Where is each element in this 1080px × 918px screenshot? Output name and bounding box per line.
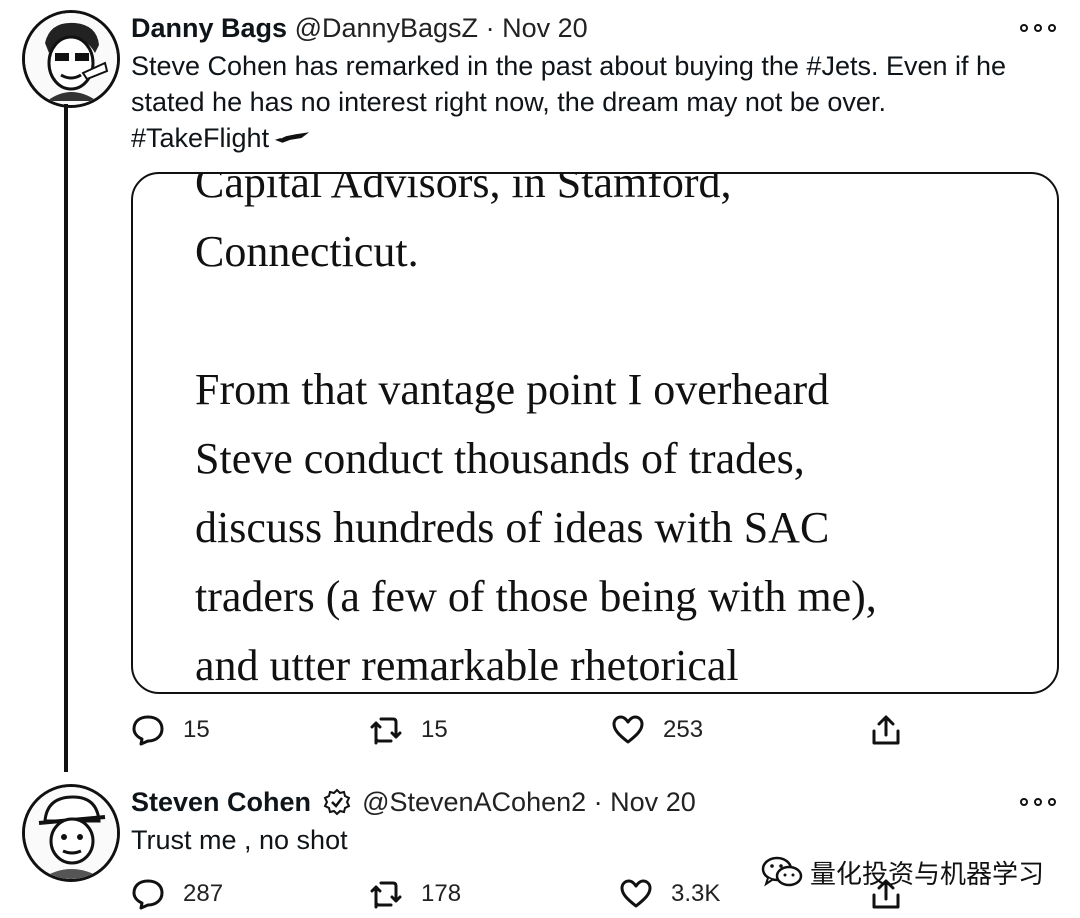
wechat-icon (761, 856, 803, 887)
card-text: Capital Advisors, in Stamford, Connectic… (195, 172, 877, 692)
card-text-line: From that vantage point I overheard (195, 365, 830, 414)
like-count: 3.3K (671, 880, 721, 907)
cartoon-avatar-icon (25, 13, 117, 105)
quoted-text-image-card[interactable]: Capital Advisors, in Stamford, Connectic… (131, 172, 1059, 694)
heart-icon (612, 715, 644, 744)
share-button[interactable] (869, 710, 903, 750)
reply-count: 287 (183, 880, 224, 907)
reply-button[interactable]: 15 (131, 710, 210, 750)
speech-bubble-icon (132, 715, 164, 746)
like-button[interactable]: 3.3K (619, 874, 720, 914)
display-name[interactable]: Danny Bags (131, 13, 287, 43)
tweet-text-line: #TakeFlight (131, 120, 1051, 156)
reply-count: 15 (183, 716, 210, 743)
retweet-button[interactable]: 178 (369, 874, 461, 914)
reply-button[interactable]: 287 (131, 874, 223, 914)
tweet-header: Steven Cohen @StevenACohen2 · Nov 20 (131, 784, 1040, 820)
retweet-icon (370, 717, 402, 745)
handle[interactable]: @DannyBagsZ (295, 13, 479, 43)
card-text-line: discuss hundreds of ideas with SAC (195, 503, 830, 552)
like-count: 253 (663, 716, 704, 743)
display-name[interactable]: Steven Cohen (131, 787, 311, 817)
watermark: 量化投资与机器学习 (760, 852, 1044, 892)
card-text-line: traders (a few of those being with me), (195, 572, 877, 621)
retweet-button[interactable]: 15 (369, 710, 448, 750)
card-text-line (195, 286, 877, 355)
separator-dot: · (593, 787, 603, 817)
card-text-line: Capital Advisors, in Stamford, (195, 172, 732, 207)
tweet-steven-cohen: Steven Cohen @StevenACohen2 · Nov 20 Tru… (0, 780, 1080, 918)
tweet-date[interactable]: Nov 20 (610, 787, 696, 817)
avatar[interactable] (22, 10, 120, 108)
handle[interactable]: @StevenACohen2 (362, 787, 586, 817)
tweet-actions: 15 15 253 (131, 710, 931, 750)
card-text-line: Steve conduct thousands of trades, (195, 434, 805, 483)
tweet-text: Steve Cohen has remarked in the past abo… (131, 48, 1051, 156)
retweet-count: 15 (421, 716, 448, 743)
tweet-text-line: Steve Cohen has remarked in the past abo… (131, 51, 1007, 81)
share-icon (872, 715, 900, 745)
retweet-count: 178 (421, 880, 462, 907)
tweet-header: Danny Bags @DannyBagsZ · Nov 20 (131, 10, 1040, 46)
watermark-text: 量化投资与机器学习 (809, 859, 1044, 890)
avatar[interactable] (22, 784, 120, 882)
hashtag-link[interactable]: #TakeFlight (131, 120, 269, 156)
more-options-icon[interactable] (1020, 18, 1056, 38)
tweet-date[interactable]: Nov 20 (502, 13, 588, 43)
thread-connector-line (64, 104, 68, 772)
tweet-text-line: stated he has no interest right now, the… (131, 87, 886, 117)
like-button[interactable]: 253 (611, 710, 703, 750)
card-text-line: and utter remarkable rhetorical (195, 641, 739, 690)
retweet-icon (370, 881, 402, 909)
heart-icon (620, 879, 652, 908)
separator-dot: · (485, 13, 495, 43)
tweet-danny-bags: Danny Bags @DannyBagsZ · Nov 20 Steve Co… (0, 0, 1080, 780)
verified-badge-icon (323, 788, 350, 816)
card-text-line: Connecticut. (195, 227, 419, 276)
jet-logo-icon (274, 132, 310, 143)
more-options-icon[interactable] (1020, 792, 1056, 812)
speech-bubble-icon (132, 879, 164, 910)
cartoon-avatar-icon (25, 787, 117, 879)
